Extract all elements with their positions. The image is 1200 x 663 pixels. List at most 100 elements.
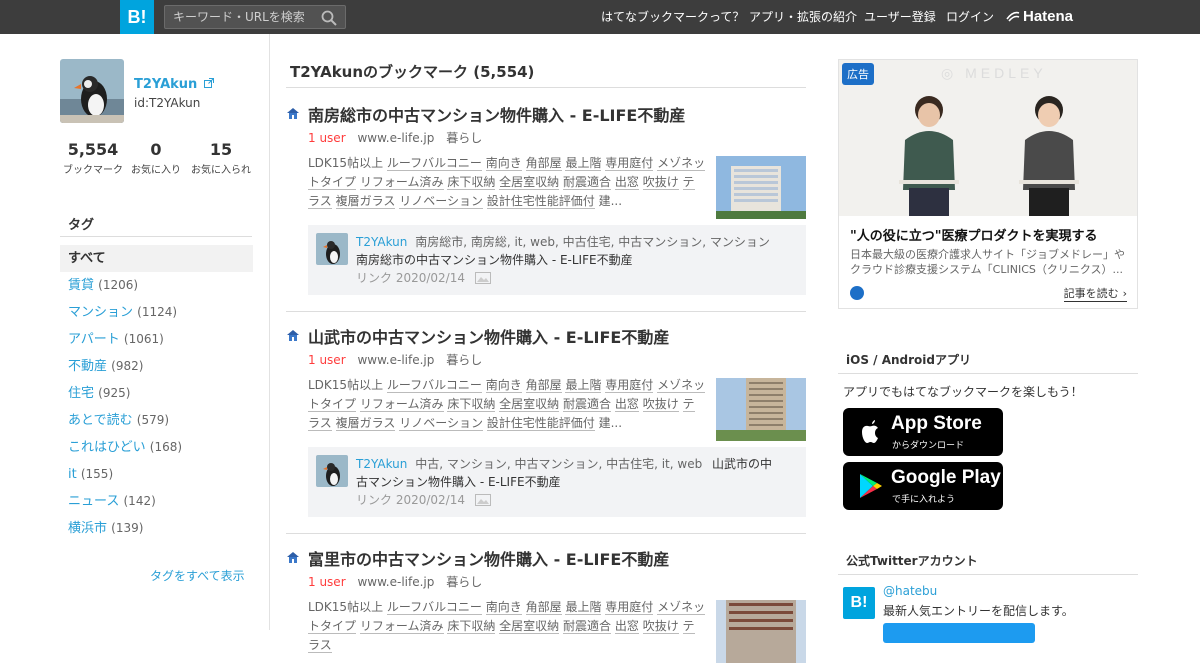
desc-keyword[interactable]: 南向き xyxy=(485,600,522,615)
entry-user-count[interactable]: 1 user xyxy=(308,353,346,367)
app-store-button[interactable]: App Store からダウンロード xyxy=(843,408,1003,456)
entry-thumbnail[interactable] xyxy=(716,378,806,441)
desc-keyword[interactable]: 複層ガラス xyxy=(335,194,396,209)
twitter-follow-button[interactable] xyxy=(883,623,1035,643)
profile-username[interactable]: T2YAkun xyxy=(134,77,214,92)
desc-keyword[interactable]: 角部屋 xyxy=(525,600,562,615)
search-input[interactable] xyxy=(165,6,315,28)
desc-keyword[interactable]: 出窓 xyxy=(614,397,639,412)
desc-keyword[interactable]: 床下収納 xyxy=(447,397,496,412)
hatebu-logo[interactable]: B! xyxy=(120,0,154,34)
hatena-logo[interactable]: Hatena xyxy=(1006,0,1073,34)
desc-keyword[interactable]: 角部屋 xyxy=(525,378,562,393)
tag-item[interactable]: 横浜市 (139) xyxy=(68,515,182,542)
comment-date[interactable]: リンク 2020/02/14 xyxy=(356,493,465,507)
tag-item[interactable]: ニュース (142) xyxy=(68,488,182,515)
entry-domain[interactable]: www.e-life.jp xyxy=(357,131,434,145)
desc-keyword[interactable]: 複層ガラス xyxy=(335,416,396,431)
tag-item[interactable]: これはひどい (168) xyxy=(68,434,182,461)
nav-about[interactable]: はてなブックマークって？ xyxy=(601,0,744,34)
entry-user-count[interactable]: 1 user xyxy=(308,131,346,145)
entry-category[interactable]: 暮らし xyxy=(446,131,482,145)
desc-keyword[interactable]: リフォーム済み xyxy=(359,397,444,412)
entry-domain[interactable]: www.e-life.jp xyxy=(357,575,434,589)
stat-bookmarks[interactable]: 5,554 ブックマーク xyxy=(60,140,126,176)
ad-read-more-link[interactable]: 記事を読む › xyxy=(1063,285,1127,302)
ad-card[interactable]: ◎ MEDLEY 広告 "人の役に立つ"医療プロダクトを実現する 日本最大級の医… xyxy=(838,59,1138,309)
tag-item[interactable]: 住宅 (925) xyxy=(68,380,182,407)
desc-keyword[interactable]: リフォーム済み xyxy=(359,175,444,190)
desc-keyword[interactable]: 床下収納 xyxy=(447,619,496,634)
desc-keyword[interactable]: リノベーション xyxy=(399,194,483,209)
desc-keyword[interactable]: 耐震適合 xyxy=(563,175,612,190)
comment-date[interactable]: リンク 2020/02/14 xyxy=(356,271,465,285)
twitter-handle[interactable]: @hatebu xyxy=(883,584,937,598)
tag-count: (168) xyxy=(149,440,183,454)
nav-register[interactable]: ユーザー登録 xyxy=(864,0,936,34)
entry-title-link[interactable]: 山武市の中古マンション物件購入 - E-LIFE不動産 xyxy=(308,324,669,348)
desc-keyword[interactable]: 最上階 xyxy=(565,378,602,393)
tag-item[interactable]: あとで読む (579) xyxy=(68,407,182,434)
desc-keyword[interactable]: リノベーション xyxy=(399,416,483,431)
stat-favorited[interactable]: 15 お気に入られ xyxy=(188,140,254,176)
comment-text-block: T2YAkun 中古, マンション, 中古マンション, 中古住宅, it, we… xyxy=(356,455,776,509)
desc-keyword[interactable]: 出窓 xyxy=(614,619,639,634)
desc-keyword[interactable]: 全居室収納 xyxy=(499,397,560,412)
entry-thumbnail[interactable] xyxy=(716,156,806,219)
desc-keyword[interactable]: 耐震適合 xyxy=(563,619,612,634)
entry-user-count[interactable]: 1 user xyxy=(308,575,346,589)
comment-tags[interactable]: 中古, マンション, 中古マンション, 中古住宅, it, web xyxy=(415,457,702,471)
tag-item[interactable]: 賃貸 (1206) xyxy=(68,272,182,299)
desc-keyword[interactable]: 南向き xyxy=(485,156,522,171)
comment-username[interactable]: T2YAkun xyxy=(356,457,407,471)
desc-keyword[interactable]: 角部屋 xyxy=(525,156,562,171)
desc-keyword[interactable]: ルーフバルコニー xyxy=(386,156,482,171)
entry-category[interactable]: 暮らし xyxy=(446,575,482,589)
tag-all[interactable]: すべて xyxy=(60,245,253,272)
stat-favorites[interactable]: 0 お気に入り xyxy=(128,140,184,176)
avatar[interactable] xyxy=(60,59,124,123)
search-icon[interactable] xyxy=(321,10,337,26)
nav-apps[interactable]: アプリ・拡張の紹介 xyxy=(749,0,857,34)
comment-avatar[interactable] xyxy=(316,233,348,265)
desc-keyword[interactable]: 最上階 xyxy=(565,600,602,615)
desc-keyword[interactable]: 専用庭付 xyxy=(605,378,654,393)
desc-keyword[interactable]: ルーフバルコニー xyxy=(386,600,482,615)
desc-keyword[interactable]: 南向き xyxy=(485,378,522,393)
desc-keyword[interactable]: 床下収納 xyxy=(447,175,496,190)
desc-keyword[interactable]: ルーフバルコニー xyxy=(386,378,482,393)
desc-keyword[interactable]: 専用庭付 xyxy=(605,600,654,615)
entry-thumbnail[interactable] xyxy=(716,600,806,663)
tag-item[interactable]: 不動産 (982) xyxy=(68,353,182,380)
desc-keyword[interactable]: リフォーム済み xyxy=(359,619,444,634)
ad-image[interactable]: ◎ MEDLEY xyxy=(839,60,1137,216)
tag-item[interactable]: it (155) xyxy=(68,461,182,488)
desc-keyword[interactable]: 設計住宅性能評価付 xyxy=(486,194,595,209)
comment-avatar[interactable] xyxy=(316,455,348,487)
entry-domain[interactable]: www.e-life.jp xyxy=(357,353,434,367)
desc-keyword[interactable]: 全居室収納 xyxy=(499,619,560,634)
google-play-button[interactable]: Google Play で手に入れよう xyxy=(843,462,1003,510)
entry-title-link[interactable]: 南房総市の中古マンション物件購入 - E-LIFE不動産 xyxy=(308,102,685,126)
tag-item[interactable]: アパート (1061) xyxy=(68,326,182,353)
desc-keyword[interactable]: 吹抜け xyxy=(642,397,679,412)
show-all-tags-link[interactable]: タグをすべて表示 xyxy=(150,567,245,584)
comment-username[interactable]: T2YAkun xyxy=(356,235,407,249)
desc-keyword[interactable]: 設計住宅性能評価付 xyxy=(486,416,595,431)
entry-category[interactable]: 暮らし xyxy=(446,353,482,367)
hatebu-twitter-avatar[interactable]: B! xyxy=(843,587,875,619)
desc-keyword[interactable]: 出窓 xyxy=(614,175,639,190)
chevron-right-icon: › xyxy=(1122,287,1127,300)
entry-title-link[interactable]: 富里市の中古マンション物件購入 - E-LIFE不動産 xyxy=(308,546,669,570)
ad-headline[interactable]: "人の役に立つ"医療プロダクトを実現する xyxy=(850,225,1098,244)
desc-keyword[interactable]: 吹抜け xyxy=(642,175,679,190)
desc-keyword[interactable]: 最上階 xyxy=(565,156,602,171)
desc-keyword[interactable]: 耐震適合 xyxy=(563,397,612,412)
tag-item[interactable]: マンション (1124) xyxy=(68,299,182,326)
desc-keyword[interactable]: 専用庭付 xyxy=(605,156,654,171)
search-box[interactable] xyxy=(164,5,346,29)
desc-keyword[interactable]: 吹抜け xyxy=(642,619,679,634)
desc-keyword[interactable]: 全居室収納 xyxy=(499,175,560,190)
comment-tags[interactable]: 南房総市, 南房総, it, web, 中古住宅, 中古マンション, マンション xyxy=(415,235,770,249)
nav-login[interactable]: ログイン xyxy=(946,0,994,34)
